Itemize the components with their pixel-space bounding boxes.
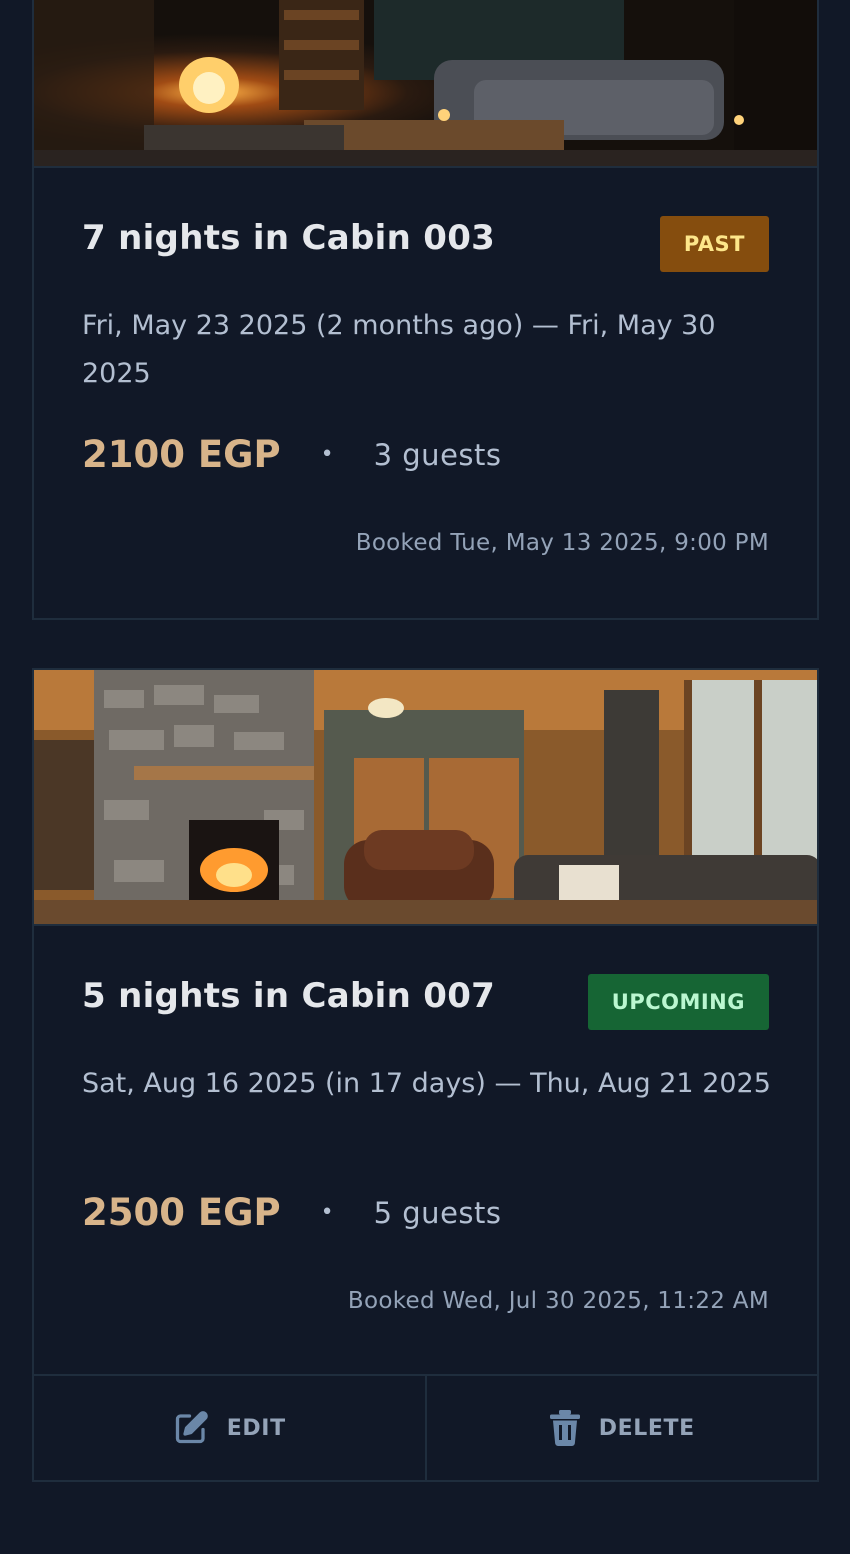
booking-title: 7 nights in Cabin 003 [82,218,496,258]
booked-date: Booked Tue, May 13 2025, 9:00 PM [355,530,769,556]
delete-button[interactable]: DELETE [424,1376,818,1480]
booking-price: 2500 EGP [82,1191,281,1234]
booking-dates: Sat, Aug 16 2025 (in 17 days) — Thu, Aug… [82,1068,771,1099]
booking-actions: EDIT DELETE [34,1374,817,1480]
booking-dates: Fri, May 23 2025 (2 months ago) — Fri, M… [82,310,716,389]
separator-dot: • [320,442,334,467]
separator-dot: • [320,1200,334,1225]
pencil-square-icon [175,1411,208,1444]
booking-price: 2100 EGP [82,433,281,476]
booking-title: 5 nights in Cabin 007 [82,976,496,1016]
edit-button[interactable]: EDIT [34,1376,425,1480]
booking-card: 5 nights in Cabin 007 UPCOMING Sat, Aug … [32,668,819,1482]
guest-count: 3 guests [373,437,502,472]
guest-count: 5 guests [373,1195,502,1230]
delete-label: DELETE [598,1415,695,1441]
booked-date: Booked Wed, Jul 30 2025, 11:22 AM [347,1288,769,1314]
booking-card: 7 nights in Cabin 003 PAST Fri, May 23 2… [32,0,819,620]
cabin-photo [34,0,817,168]
price-row: 2500 EGP • 5 guests [82,1191,502,1234]
trash-icon [549,1410,580,1446]
status-badge: UPCOMING [587,974,769,1030]
status-badge: PAST [659,216,769,272]
edit-label: EDIT [226,1415,286,1441]
cabin-photo [34,670,817,926]
price-row: 2100 EGP • 3 guests [82,433,502,476]
